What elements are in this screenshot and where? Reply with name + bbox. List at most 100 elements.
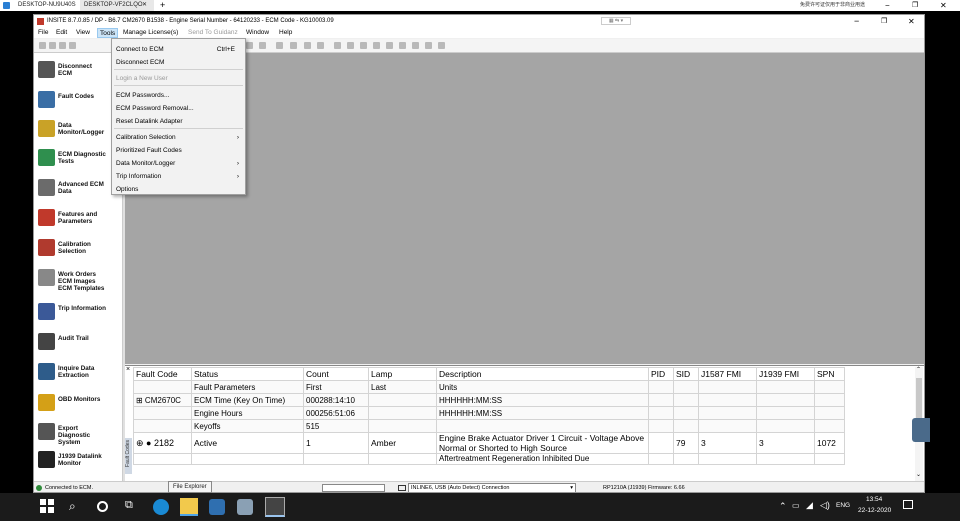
tb-icon-8[interactable] [290, 42, 297, 49]
menu-help[interactable]: Help [277, 28, 294, 38]
play-icon[interactable] [373, 42, 380, 49]
sidebar-item[interactable]: Disconnect ECM [36, 57, 120, 85]
tb-icon-3[interactable] [59, 42, 66, 49]
fault-table-scroll-thumb[interactable] [916, 378, 922, 418]
language-indicator[interactable]: ENG [836, 502, 850, 509]
menu-item[interactable]: ECM Passwords... [112, 89, 245, 102]
volume-icon[interactable]: ◁) [820, 500, 830, 511]
clock-time[interactable]: 13:54 [866, 496, 882, 503]
column-header[interactable]: Status [191, 367, 304, 381]
restore-button[interactable]: ❐ [881, 15, 887, 28]
tb-icon-2[interactable] [49, 42, 56, 49]
menu-edit[interactable]: Edit [54, 28, 69, 38]
tb-icon-1[interactable] [39, 42, 46, 49]
tb-icon-10[interactable] [317, 42, 324, 49]
column-header[interactable]: Description [436, 367, 649, 381]
sidebar-item[interactable]: Advanced ECM Data [36, 175, 120, 203]
notification-icon[interactable] [903, 500, 913, 509]
window-layout-icon[interactable]: ▦ ⇆ ▾ [601, 17, 631, 25]
tb-icon-4[interactable] [69, 42, 76, 49]
edge-browser-icon[interactable] [153, 499, 169, 515]
filter-icon[interactable] [304, 42, 311, 49]
table-row[interactable]: ⊕ ● 2182 Active 1 Amber Engine Brake Actuato… [133, 432, 845, 454]
status-slider[interactable] [322, 484, 385, 492]
sidebar-item[interactable]: ECM Diagnostic Tests [36, 145, 120, 173]
column-header[interactable]: Lamp [368, 367, 437, 381]
scroll-down-icon[interactable]: ⌄ [916, 471, 921, 478]
tb-icon-6[interactable] [259, 42, 266, 49]
sidebar-item[interactable]: Calibration Selection [36, 235, 120, 263]
close-button[interactable]: ✕ [908, 15, 915, 28]
adapter-select[interactable]: INLINE6, USB (Auto Detect) Connection ▾ [408, 483, 576, 492]
add-tab-button[interactable]: + [160, 0, 165, 11]
menu-send-to-guidanz[interactable]: Send To Guidanz [186, 28, 240, 38]
table-row[interactable]: Keyoffs 515 [133, 419, 845, 433]
tray-chevron-icon[interactable]: ⌃ [779, 501, 787, 512]
menu-tools[interactable]: Tools [97, 28, 119, 38]
column-header[interactable]: J1587 FMI [698, 367, 757, 381]
sidebar-item[interactable]: Fault Codes [36, 87, 120, 115]
tb-icon-19[interactable] [438, 42, 445, 49]
battery-icon[interactable]: ▭ [792, 501, 800, 510]
column-header[interactable]: SID [673, 367, 699, 381]
column-header[interactable]: Fault Code [133, 367, 192, 381]
close-panel-icon[interactable]: × [126, 366, 130, 373]
sidebar-item[interactable]: Features and Parameters [36, 205, 120, 233]
scroll-up-icon[interactable]: ⌃ [916, 366, 921, 373]
sidebar-item[interactable]: J1939 Datalink Monitor [36, 447, 120, 475]
sidebar-item[interactable]: Audit Trail [36, 329, 120, 357]
sidebar-item[interactable]: Data Monitor/Logger [36, 116, 120, 144]
menu-item[interactable]: Calibration Selection › [112, 131, 245, 144]
menu-item[interactable]: Reset Datalink Adapter [112, 115, 245, 128]
remote-minimize-icon[interactable]: − [885, 0, 890, 11]
menu-manage-licenses[interactable]: Manage License(s) [121, 28, 180, 38]
menu-item[interactable]: ECM Password Removal... [112, 102, 245, 115]
minimize-button[interactable]: − [854, 15, 859, 28]
table-row[interactable]: Engine Hours 000256:51:06 HHHHHH:MM:SS [133, 406, 845, 420]
fault-codes-tab[interactable]: Fault Codes [125, 438, 132, 474]
menu-item[interactable]: Options [112, 183, 245, 196]
tb-icon-11[interactable] [334, 42, 341, 49]
app-icon-4[interactable] [237, 499, 253, 515]
remote-tab-1[interactable]: DESKTOP-NU9U40S [14, 0, 78, 11]
column-header[interactable]: SPN [814, 367, 845, 381]
record-icon[interactable] [360, 42, 367, 49]
network-icon[interactable]: ◢ [806, 500, 813, 511]
menu-item[interactable]: Disconnect ECM [112, 56, 245, 69]
search-icon[interactable]: ⌕ [69, 499, 85, 515]
clock-date[interactable]: 22-12-2020 [858, 507, 891, 514]
sidebar-item[interactable]: Inquire Data Extraction [36, 359, 120, 387]
tb-icon-7[interactable] [276, 42, 283, 49]
close-icon[interactable]: ✕ [142, 0, 147, 11]
insite-taskbar-icon[interactable] [265, 497, 285, 517]
menu-item[interactable]: Trip Information › [112, 170, 245, 183]
side-panel-toggle-icon[interactable] [912, 418, 930, 442]
table-row[interactable]: Aftertreatment Regeneration Inhibited Du… [133, 453, 845, 465]
app-icon-3[interactable] [209, 499, 225, 515]
remote-close-icon[interactable]: ✕ [940, 0, 947, 11]
sidebar-item[interactable]: Work Orders ECM Images ECM Templates [36, 265, 120, 293]
column-header[interactable]: J1939 FMI [756, 367, 815, 381]
windows-start-icon[interactable] [40, 499, 56, 515]
sidebar-item[interactable]: OBD Monitors [36, 390, 120, 418]
table-row[interactable]: Fault Parameters First Last Units [133, 380, 845, 394]
sidebar-item[interactable]: Trip Information [36, 299, 120, 327]
tb-icon-17[interactable] [412, 42, 419, 49]
task-view-icon[interactable]: ⧉ [125, 499, 141, 515]
cortana-icon[interactable] [97, 501, 108, 512]
table-row[interactable]: ⊞ CM2670C ECM Time (Key On Time) 000288:14… [133, 393, 845, 407]
stop-icon[interactable] [399, 42, 406, 49]
column-header[interactable]: Count [303, 367, 369, 381]
rewind-icon[interactable] [347, 42, 354, 49]
menu-file[interactable]: File [36, 28, 50, 38]
column-header[interactable]: PID [648, 367, 674, 381]
menu-item[interactable]: Prioritized Fault Codes [112, 144, 245, 157]
menu-item[interactable]: Data Monitor/Logger › [112, 157, 245, 170]
tb-icon-18[interactable] [425, 42, 432, 49]
menu-view[interactable]: View [74, 28, 92, 38]
menu-window[interactable]: Window [244, 28, 271, 38]
pause-icon[interactable] [386, 42, 393, 49]
tb-icon-5[interactable] [246, 42, 253, 49]
file-explorer-icon[interactable] [180, 498, 198, 516]
menu-item[interactable]: Connect to ECM Ctrl+E [112, 43, 245, 56]
